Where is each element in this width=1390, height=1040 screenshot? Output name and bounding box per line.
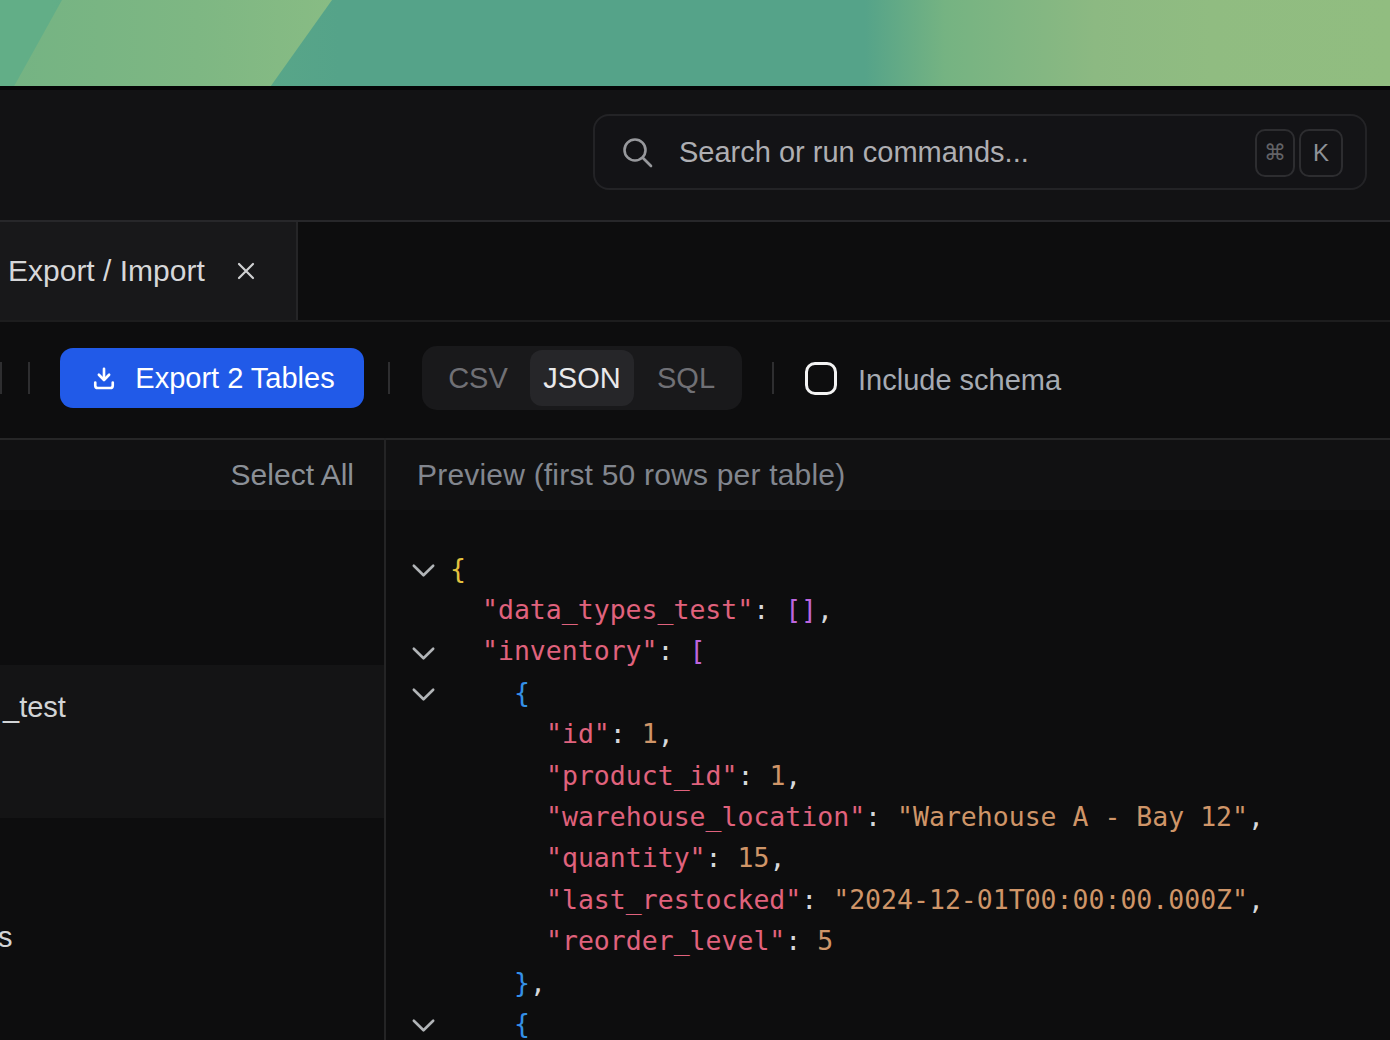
code-line-1: "data_types_test": [], (386, 588, 1390, 630)
select-all-button[interactable]: Select All (0, 440, 354, 510)
code-line-4: "id": 1, (386, 713, 1390, 755)
tables-list-panel: _tests (0, 510, 384, 1040)
table-list-item-1[interactable]: s (0, 910, 384, 990)
download-icon (89, 363, 119, 393)
app-header: Search or run commands... ⌘ K (0, 90, 1390, 220)
search-placeholder: Search or run commands... (679, 116, 1029, 188)
tab-bar: Export / Import (0, 220, 1390, 322)
tab-label: Export / Import (8, 254, 205, 288)
wallpaper-light-band (0, 0, 360, 90)
app-window: Search or run commands... ⌘ K Export / I… (0, 0, 1390, 1040)
code-tokens: }, (514, 961, 546, 1003)
collapse-chevron-icon[interactable] (408, 638, 439, 673)
code-tokens: "warehouse_location": "Warehouse A - Bay… (546, 795, 1264, 837)
tab-export-import[interactable]: Export / Import (0, 222, 298, 320)
code-line-8: "last_restocked": "2024-12-01T00:00:00.0… (386, 878, 1390, 920)
code-line-7: "quantity": 15, (386, 837, 1390, 879)
json-preview-panel: {"data_types_test": [],"inventory": [{"i… (386, 510, 1390, 1040)
code-line-9: "reorder_level": 5 (386, 920, 1390, 962)
code-line-3: { (386, 671, 1390, 713)
code-tokens: "data_types_test": [], (482, 588, 833, 630)
panel-header-row: Select All Preview (first 50 rows per ta… (0, 438, 1390, 510)
table-list-item-label: _test (3, 691, 66, 724)
code-line-2: "inventory": [ (386, 630, 1390, 672)
code-tokens: "inventory": [ (482, 630, 705, 672)
export-tables-button[interactable]: Export 2 Tables (60, 348, 364, 408)
code-tokens: "reorder_level": 5 (546, 920, 833, 962)
table-list-item-0[interactable]: _test (0, 665, 384, 818)
include-schema-checkbox[interactable] (805, 362, 837, 395)
search-icon (621, 136, 655, 174)
code-line-11: { (386, 1002, 1390, 1040)
collapse-chevron-icon[interactable] (408, 679, 439, 714)
k-keycap: K (1299, 129, 1343, 177)
code-tokens: "id": 1, (546, 713, 674, 755)
code-tokens: { (514, 671, 530, 713)
include-schema-label[interactable]: Include schema (858, 322, 1061, 438)
toolbar-divider-2 (772, 362, 774, 394)
format-segmented-control: CSVJSONSQL (422, 346, 742, 410)
toolbar-divider-left (0, 362, 2, 394)
format-option-sql[interactable]: SQL (634, 350, 738, 406)
search-input[interactable]: Search or run commands... ⌘ K (593, 114, 1367, 190)
code-tokens: "last_restocked": "2024-12-01T00:00:00.0… (546, 878, 1264, 920)
export-toolbar: Export 2 Tables CSVJSONSQL Include schem… (0, 322, 1390, 438)
code-line-6: "warehouse_location": "Warehouse A - Bay… (386, 795, 1390, 837)
format-option-json[interactable]: JSON (530, 350, 634, 406)
format-option-csv[interactable]: CSV (426, 350, 530, 406)
code-tokens: "quantity": 15, (546, 837, 785, 879)
export-button-label: Export 2 Tables (135, 362, 334, 395)
cmd-keycap: ⌘ (1255, 129, 1295, 177)
table-list-item-label: s (0, 921, 13, 954)
code-tokens: { (450, 547, 466, 589)
tab-close-icon[interactable] (233, 258, 259, 284)
preview-panel-title: Preview (first 50 rows per table) (417, 440, 845, 510)
collapse-chevron-icon[interactable] (408, 555, 439, 590)
code-tokens: "product_id": 1, (546, 754, 801, 796)
code-line-0: { (386, 547, 1390, 589)
toolbar-divider-0 (28, 362, 30, 394)
toolbar-divider-1 (388, 362, 390, 394)
code-line-10: }, (386, 961, 1390, 1003)
code-tokens: { (514, 1002, 530, 1040)
desktop-wallpaper (0, 0, 1390, 90)
collapse-chevron-icon[interactable] (408, 1010, 439, 1040)
code-line-5: "product_id": 1, (386, 754, 1390, 796)
